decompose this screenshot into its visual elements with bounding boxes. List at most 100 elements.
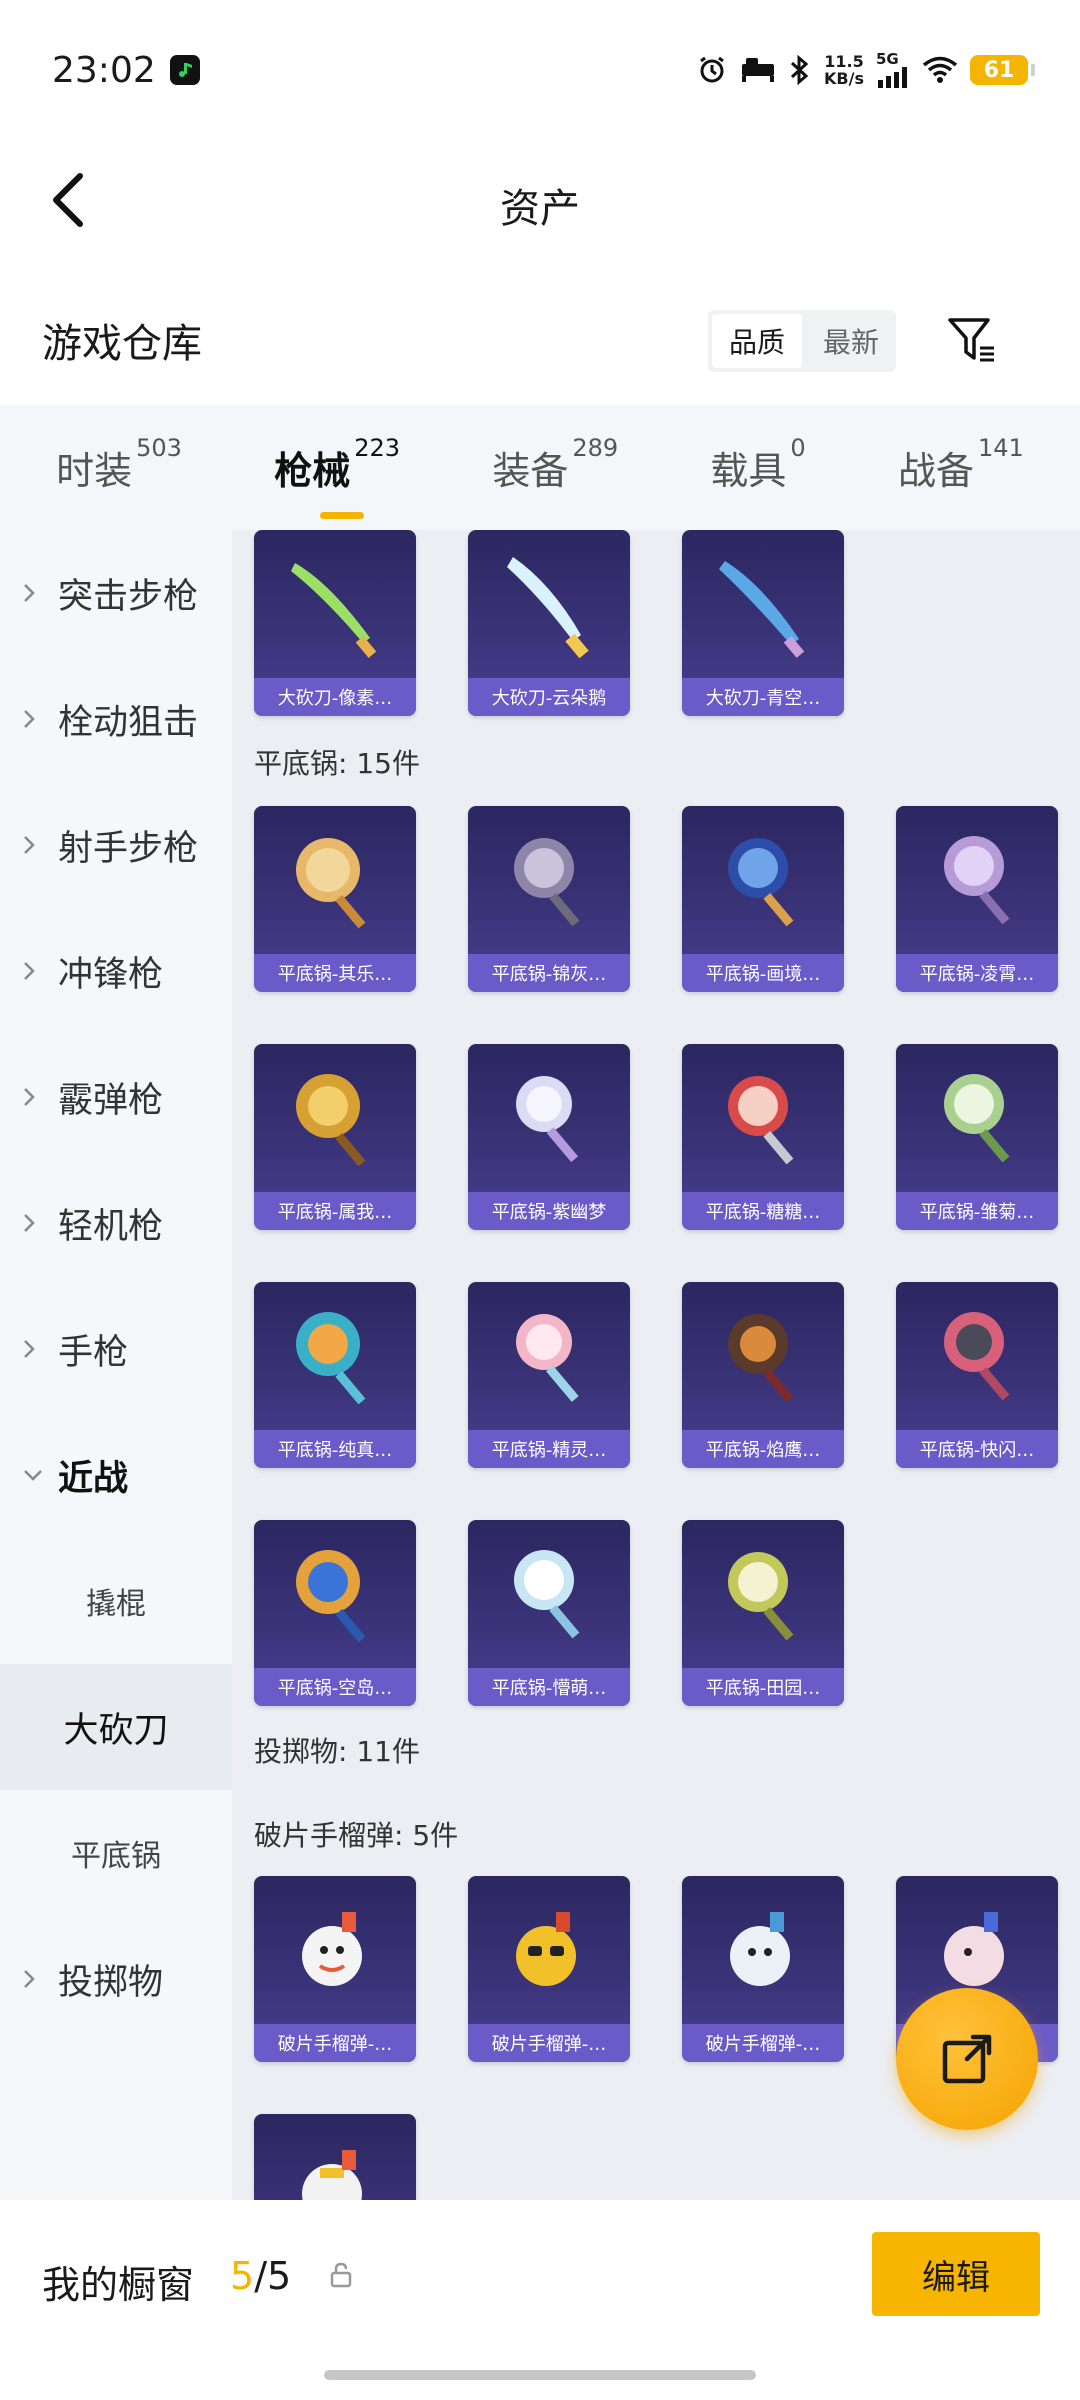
warehouse-title: 游戏仓库 — [42, 321, 202, 367]
frying-pan-icon — [468, 1044, 630, 1189]
frying-pan-icon — [682, 1520, 844, 1665]
item-card[interactable]: 大砍刀-像素… — [254, 530, 416, 716]
item-card[interactable]: 大砍刀-云朵鹅 — [468, 530, 630, 716]
item-card[interactable]: 平底锅-画境… — [682, 806, 844, 992]
item-card[interactable]: 平底锅-精灵… — [468, 1282, 630, 1468]
frying-pan-icon — [896, 1282, 1058, 1427]
showcase-label: 我的橱窗 — [42, 2263, 195, 2307]
grenade-icon — [682, 1876, 844, 2021]
page-header: 资产 — [0, 140, 1080, 270]
sidebar-item-shotgun[interactable]: 霰弹枪 — [0, 1034, 232, 1160]
chevron-right-icon — [22, 708, 52, 730]
grenade-icon — [254, 1876, 416, 2021]
sidebar-item-lmg[interactable]: 轻机枪 — [0, 1160, 232, 1286]
tab-fashion[interactable]: 时装 503 — [56, 434, 182, 495]
status-time: 23:02 — [52, 49, 156, 91]
sidebar-subitem-crowbar[interactable]: 撬棍 — [0, 1538, 232, 1664]
item-card[interactable]: 平底锅-焰鹰… — [682, 1282, 844, 1468]
item-card[interactable]: 平底锅-纯真… — [254, 1282, 416, 1468]
warehouse-header: 游戏仓库 品质 最新 — [0, 290, 1080, 390]
item-card[interactable]: 平底锅-快闪… — [896, 1282, 1058, 1468]
sleep-icon — [740, 56, 776, 84]
page-title: 资产 — [500, 186, 580, 232]
category-tabs: 时装 503 枪械 223 装备 289 载具 0 战备 141 — [0, 405, 1080, 530]
sidebar-subitem-pan[interactable]: 平底锅 — [0, 1790, 232, 1916]
item-grid: 大砍刀-像素… 大砍刀-云朵鹅 大砍刀-青空… 平底锅: 15件 平底锅-其乐…… — [232, 530, 1080, 2200]
bluetooth-icon — [788, 54, 812, 86]
chevron-left-icon — [53, 173, 83, 227]
sidebar-subitem-machete[interactable]: 大砍刀 — [0, 1664, 232, 1790]
sidebar-item-bolt-sniper[interactable]: 栓动狙击 — [0, 656, 232, 782]
pan-section-label: 平底锅: 15件 — [254, 747, 420, 780]
tab-equipment[interactable]: 装备 289 — [492, 434, 618, 495]
tab-weapons[interactable]: 枪械 223 — [274, 434, 400, 519]
sidebar-item-melee[interactable]: 近战 — [0, 1412, 232, 1538]
showcase-count: 5/5 — [230, 2254, 292, 2298]
back-button[interactable] — [38, 160, 98, 240]
sort-newest-button[interactable]: 最新 — [806, 310, 896, 372]
grenade-icon — [468, 1876, 630, 2021]
sidebar-item-throwable[interactable]: 投掷物 — [0, 1916, 232, 2042]
grenade-icon — [254, 2114, 416, 2200]
frying-pan-icon — [254, 806, 416, 951]
item-card[interactable]: 平底锅-紫幽梦 — [468, 1044, 630, 1230]
item-card[interactable]: 破片手榴弹-… — [682, 1876, 844, 2062]
tab-supplies[interactable]: 战备 141 — [898, 434, 1024, 495]
frying-pan-icon — [468, 806, 630, 951]
machete-icon — [468, 530, 630, 675]
item-card[interactable]: 平底锅-凌霄… — [896, 806, 1058, 992]
showcase-bar: 我的橱窗 5/5 编辑 — [0, 2200, 1080, 2400]
frying-pan-icon — [682, 1282, 844, 1427]
edit-button[interactable]: 编辑 — [872, 2232, 1040, 2316]
share-fab-button[interactable] — [896, 1988, 1038, 2130]
item-card[interactable]: 平底锅-懵萌… — [468, 1520, 630, 1706]
frying-pan-icon — [254, 1520, 416, 1665]
item-card[interactable]: 平底锅-属我… — [254, 1044, 416, 1230]
home-indicator[interactable] — [324, 2370, 756, 2380]
lock-icon — [330, 2262, 352, 2292]
item-card[interactable]: 平底锅-雏菊… — [896, 1044, 1058, 1230]
throwable-section-label: 投掷物: 11件 — [254, 1735, 420, 1768]
machete-icon — [254, 530, 416, 675]
item-card[interactable]: 大砍刀-青空… — [682, 530, 844, 716]
net-speed: 11.5 KB/s — [824, 52, 864, 88]
frying-pan-icon — [682, 806, 844, 951]
item-card[interactable]: 破片手榴弹-… — [468, 1876, 630, 2062]
sidebar-item-marksman-rifle[interactable]: 射手步枪 — [0, 782, 232, 908]
frying-pan-icon — [254, 1282, 416, 1427]
sort-toggle: 品质 最新 — [708, 310, 896, 372]
external-link-icon — [942, 2034, 992, 2084]
chevron-right-icon — [22, 834, 52, 856]
weapon-category-sidebar: 突击步枪 栓动狙击 射手步枪 冲锋枪 霰弹枪 轻机枪 手枪 近战 撬棍 大砍刀 … — [0, 530, 232, 2200]
frying-pan-icon — [682, 1044, 844, 1189]
frying-pan-icon — [468, 1282, 630, 1427]
chevron-right-icon — [22, 1212, 52, 1234]
sidebar-item-assault-rifle[interactable]: 突击步枪 — [0, 530, 232, 656]
chevron-right-icon — [22, 960, 52, 982]
item-card[interactable]: 平底锅-田园… — [682, 1520, 844, 1706]
chevron-right-icon — [22, 582, 52, 604]
wifi-icon — [922, 56, 958, 84]
item-card[interactable] — [254, 2114, 416, 2200]
frying-pan-icon — [468, 1520, 630, 1665]
sort-quality-button[interactable]: 品质 — [712, 314, 802, 368]
status-bar: 23:02 11.5 KB/s 5G 61 — [0, 0, 1080, 140]
item-card[interactable]: 平底锅-锦灰… — [468, 806, 630, 992]
frying-pan-icon — [896, 806, 1058, 951]
machete-icon — [682, 530, 844, 675]
grenade-section-label: 破片手榴弹: 5件 — [254, 1819, 459, 1852]
music-app-icon — [169, 55, 200, 85]
tab-vehicles[interactable]: 载具 0 — [710, 434, 805, 495]
item-card[interactable]: 平底锅-其乐… — [254, 806, 416, 992]
item-card[interactable]: 平底锅-糖糖… — [682, 1044, 844, 1230]
item-card[interactable]: 破片手榴弹-… — [254, 1876, 416, 2062]
sidebar-item-smg[interactable]: 冲锋枪 — [0, 908, 232, 1034]
filter-icon — [948, 318, 994, 362]
battery-indicator: 61 — [970, 55, 1035, 85]
chevron-right-icon — [22, 1338, 52, 1360]
signal-icon: 5G — [876, 52, 910, 88]
alarm-icon — [696, 54, 728, 86]
sidebar-item-pistol[interactable]: 手枪 — [0, 1286, 232, 1412]
item-card[interactable]: 平底锅-空岛… — [254, 1520, 416, 1706]
filter-button[interactable] — [942, 308, 1002, 372]
